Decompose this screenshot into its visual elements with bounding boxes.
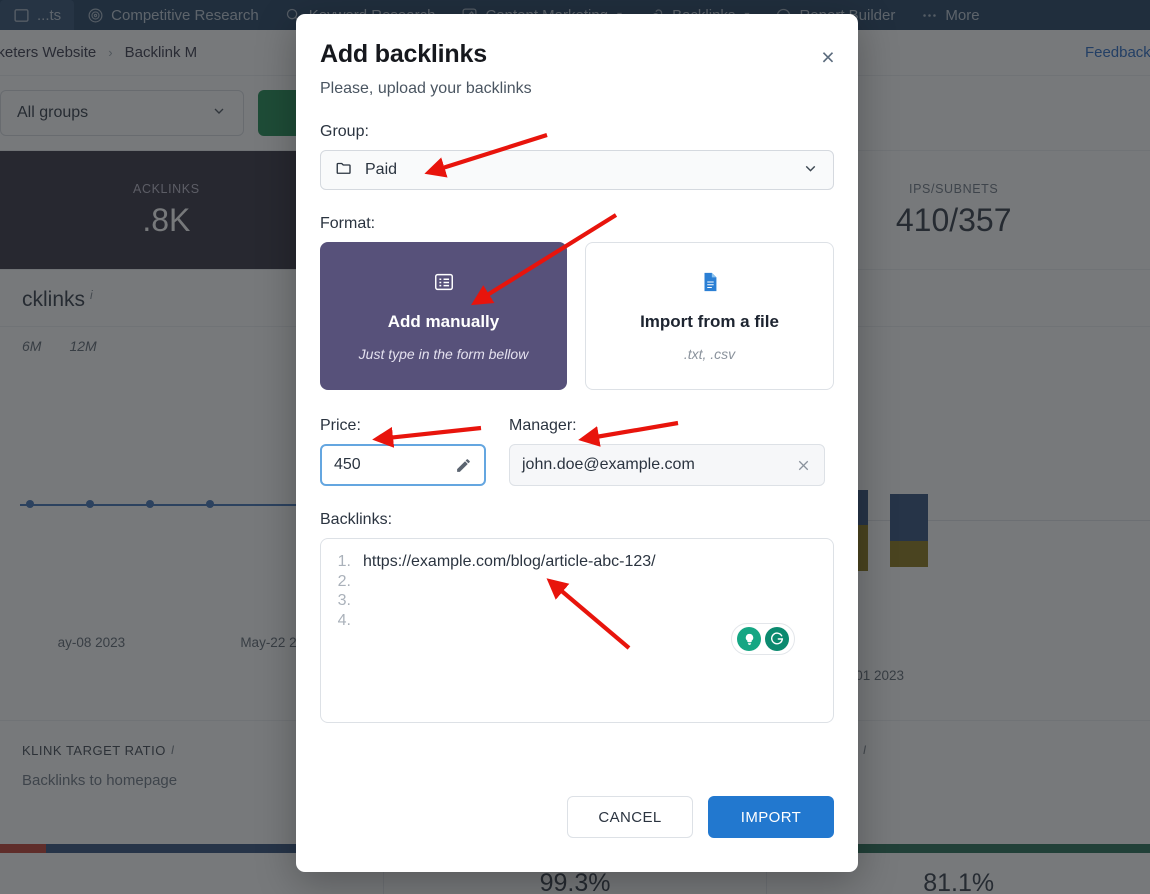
backlink-line: 3. [337,591,817,611]
price-input[interactable]: 450 [320,444,486,486]
format-options: Add manually Just type in the form bello… [320,242,834,390]
add-backlinks-dialog: × Add backlinks Please, upload your back… [296,14,858,872]
dialog-subtitle: Please, upload your backlinks [320,80,532,97]
import-button[interactable]: IMPORT [708,796,834,838]
line-value: https://example.com/blog/article-abc-123… [363,553,656,570]
lightbulb-icon[interactable] [737,627,761,651]
price-field-group: Price: 450 [320,392,486,486]
dialog-title: Add backlinks [320,40,487,68]
format-option-hint: Just type in the form bellow [358,345,529,362]
backlinks-label: Backlinks: [320,511,393,528]
format-option-name: Import from a file [640,311,779,331]
line-number: 3. [337,592,351,609]
manager-value: john.doe@example.com [522,456,695,473]
dialog-actions: CANCEL IMPORT [320,796,834,838]
clear-x-icon[interactable] [795,457,812,474]
grammarly-badge[interactable] [731,623,795,655]
screen: ...ts Competitive Research Keyword Resea… [0,0,1150,894]
cancel-button[interactable]: CANCEL [567,796,693,838]
line-number: 2. [337,572,351,590]
grammarly-g-icon[interactable] [765,627,789,651]
format-option-import-from-file[interactable]: Import from a file .txt, .csv [585,242,834,390]
price-manager-row: Price: 450 Manager: john.doe@example.com [320,392,834,486]
manager-input[interactable]: john.doe@example.com [509,444,825,486]
format-label: Format: [320,215,376,232]
format-option-add-manually[interactable]: Add manually Just type in the form bello… [320,242,567,390]
close-icon[interactable]: × [815,44,841,70]
folder-icon [335,159,353,182]
chevron-down-icon [802,160,819,180]
format-option-hint: .txt, .csv [683,345,736,362]
price-value: 450 [334,456,361,473]
backlinks-textarea[interactable]: 1. https://example.com/blog/article-abc-… [320,538,834,723]
file-document-icon [699,271,721,298]
manager-label: Manager: [509,417,577,434]
group-label: Group: [320,123,369,140]
line-number: 1. [337,553,351,570]
group-select[interactable]: Paid [320,150,834,190]
manager-field-group: Manager: john.doe@example.com [509,392,825,486]
backlink-line: 2. [337,572,817,592]
backlink-line: 1. https://example.com/blog/article-abc-… [337,552,817,572]
format-option-name: Add manually [387,311,500,331]
price-label: Price: [320,417,361,434]
list-box-icon [433,271,455,298]
group-select-value: Paid [365,161,398,178]
pencil-icon[interactable] [455,457,472,474]
line-number: 4. [337,611,351,629]
